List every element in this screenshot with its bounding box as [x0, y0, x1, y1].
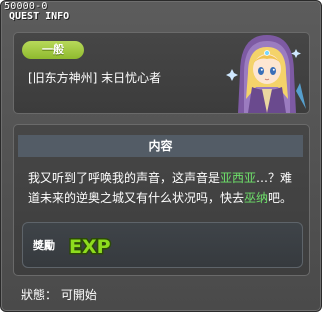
reward-box: 獎勵 EXP EXP [22, 222, 303, 268]
quest-info-window: 50000-0 QUEST INFO 一般 [旧东方神州] 末日忧心者 内容 我… [0, 0, 322, 312]
npc-name-highlight: 巫纳 [244, 191, 269, 205]
content-header: 内容 [18, 135, 303, 157]
exp-text: EXP [69, 236, 111, 258]
npc-name-highlight: 亚西亚 [220, 171, 257, 185]
description-text: 我又听到了呼唤我的声音，这声音是 [28, 171, 221, 185]
description-text: 吧。 [268, 191, 293, 205]
quest-header-panel: 一般 [旧东方神州] 末日忧心者 [13, 32, 310, 114]
quest-description: 我又听到了呼唤我的声音，这声音是亚西亚…？难道未来的逆奥之城又有什么状况吗，快去… [28, 168, 300, 208]
category-badge: 一般 [22, 41, 84, 59]
reward-label: 獎勵 [33, 239, 55, 252]
window-title: QUEST INFO [9, 11, 70, 22]
exp-icon: EXP EXP [68, 235, 112, 259]
quest-content-panel: 内容 我又听到了呼唤我的声音，这声音是亚西亚…？难道未来的逆奥之城又有什么状况吗… [13, 124, 310, 276]
quest-name: [旧东方神州] 末日忧心者 [28, 71, 162, 85]
quest-status: 狀態： 可開始 [21, 288, 97, 302]
hooded-sorceress-portrait-icon [226, 35, 306, 113]
